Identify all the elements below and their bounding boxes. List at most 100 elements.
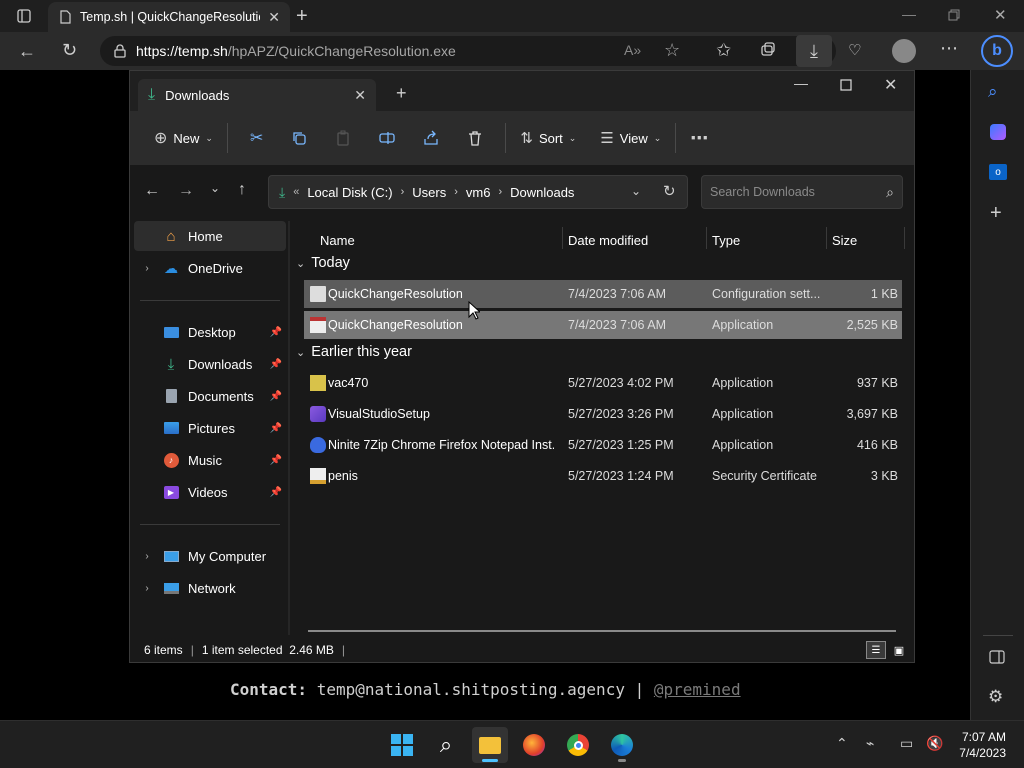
hide-sidebar-icon[interactable] (989, 650, 1005, 664)
refresh-icon[interactable]: ↻ (663, 182, 676, 200)
read-aloud-icon[interactable]: A» (624, 42, 641, 58)
volume-muted-icon[interactable]: 🔇 (926, 735, 943, 752)
cut-button[interactable]: ✂ (236, 122, 277, 154)
address-breadcrumb[interactable]: ⤓ « Local Disk (C:) › Users › vm6 › Down… (268, 175, 688, 209)
more-options-button[interactable]: ⋯ (684, 122, 714, 154)
search-icon[interactable]: ⌕ (988, 82, 998, 102)
favorites-icon[interactable]: ✩ (716, 40, 731, 61)
nav-item-my-computer[interactable]: › My Computer (134, 541, 286, 571)
show-hidden-icons-icon[interactable]: ⌃ (836, 735, 848, 752)
nav-up-icon[interactable]: ↑ (238, 181, 246, 199)
nav-item-videos[interactable]: ▶ Videos 📌 (134, 477, 286, 507)
lock-icon[interactable] (114, 44, 126, 58)
chevron-down-icon: ⌄ (653, 132, 662, 143)
horizontal-scrollbar[interactable] (308, 630, 896, 632)
table-row[interactable]: Ninite 7Zip Chrome Firefox Notepad Inst.… (304, 431, 902, 459)
column-divider[interactable] (904, 227, 905, 249)
explorer-minimize-icon[interactable]: — (794, 75, 808, 91)
tab-actions-icon[interactable] (16, 8, 32, 24)
table-row[interactable]: VisualStudioSetup 5/27/2023 3:26 PM Appl… (304, 400, 902, 428)
table-row[interactable]: vac470 5/27/2023 4:02 PM Application 937… (304, 369, 902, 397)
column-divider[interactable] (826, 227, 827, 249)
expand-chevron-icon[interactable]: › (134, 551, 160, 562)
search-downloads-input[interactable]: Search Downloads ⌕ (701, 175, 903, 209)
expand-chevron-icon[interactable]: › (134, 583, 160, 594)
delete-button[interactable] (453, 122, 497, 154)
column-divider[interactable] (706, 227, 707, 249)
nav-item-desktop[interactable]: Desktop 📌 (134, 317, 286, 347)
back-icon[interactable]: ← (18, 41, 36, 62)
sidebar-settings-icon[interactable]: ⚙ (988, 687, 1003, 707)
profile-avatar[interactable] (892, 39, 916, 63)
start-button[interactable] (384, 727, 420, 763)
group-header-today[interactable]: ⌄ Today (296, 255, 350, 271)
taskbar-file-explorer[interactable] (472, 727, 508, 763)
taskbar-edge[interactable] (604, 727, 640, 763)
add-sidebar-app-icon[interactable]: + (990, 202, 1002, 225)
breadcrumb-item[interactable]: Local Disk (C:) (307, 185, 392, 200)
nav-item-music[interactable]: ♪ Music 📌 (134, 445, 286, 475)
favorite-star-icon[interactable]: ☆ (664, 40, 680, 61)
nav-item-network[interactable]: › Network (134, 573, 286, 603)
new-tab-icon[interactable]: + (296, 5, 308, 28)
nav-item-pictures[interactable]: Pictures 📌 (134, 413, 286, 443)
minimize-icon[interactable]: — (902, 6, 916, 22)
browser-tab-active[interactable]: Temp.sh | QuickChangeResolutio ✕ (48, 2, 290, 32)
rename-button[interactable] (365, 122, 409, 154)
table-row[interactable]: QuickChangeResolution 7/4/2023 7:06 AM C… (304, 280, 902, 308)
tiles-view-button[interactable]: ▣ (890, 641, 908, 659)
explorer-close-icon[interactable]: ✕ (884, 75, 897, 95)
refresh-icon[interactable]: ↻ (62, 40, 77, 61)
copilot-icon[interactable] (990, 124, 1006, 140)
column-divider[interactable] (562, 227, 563, 249)
network-status-icon[interactable]: ⌁ (866, 735, 874, 752)
recent-locations-icon[interactable]: ⌄ (210, 181, 220, 195)
breadcrumb-item[interactable]: Users (412, 185, 446, 200)
taskbar-search-button[interactable]: ⌕ (428, 727, 464, 763)
nav-item-onedrive[interactable]: › ☁ OneDrive (134, 253, 286, 283)
view-list-icon: ☰ (600, 130, 614, 147)
restore-icon[interactable] (948, 9, 960, 21)
nav-forward-icon[interactable]: → (178, 182, 194, 200)
explorer-maximize-icon[interactable] (840, 79, 852, 91)
nav-item-downloads[interactable]: ⤓ Downloads 📌 (134, 349, 286, 379)
nav-item-home[interactable]: ⌂ Home (134, 221, 286, 251)
new-explorer-tab-icon[interactable]: + (396, 83, 407, 104)
outlook-icon[interactable]: o (989, 164, 1007, 180)
taskbar-chrome[interactable] (560, 727, 596, 763)
expand-chevron-icon[interactable]: › (134, 263, 160, 274)
breadcrumb-item[interactable]: vm6 (466, 185, 491, 200)
copy-button[interactable] (277, 122, 321, 154)
column-header-name[interactable]: Name (320, 233, 355, 248)
details-view-button[interactable]: ☰ (866, 641, 886, 659)
bing-copilot-icon[interactable]: b (981, 35, 1013, 67)
collections-icon[interactable] (760, 41, 776, 57)
downloads-button[interactable]: ⤓ (796, 35, 832, 67)
close-explorer-tab-icon[interactable]: ✕ (354, 87, 366, 104)
new-button[interactable]: ⊕ New ⌄ (148, 122, 219, 154)
system-clock[interactable]: 7:07 AM 7/4/2023 (959, 729, 1006, 761)
close-window-icon[interactable]: ✕ (994, 6, 1007, 24)
settings-more-icon[interactable]: ⋯ (940, 38, 958, 59)
column-header-size[interactable]: Size (832, 233, 857, 248)
group-header-earlier[interactable]: ⌄ Earlier this year (296, 344, 412, 360)
nav-item-documents[interactable]: Documents 📌 (134, 381, 286, 411)
column-header-type[interactable]: Type (712, 233, 740, 248)
overflow-chevron-icon[interactable]: « (293, 186, 299, 198)
table-row[interactable]: penis 5/27/2023 1:24 PM Security Certifi… (304, 462, 902, 490)
taskbar-firefox[interactable] (516, 727, 552, 763)
performance-icon[interactable]: ♡ (848, 41, 861, 59)
paste-button[interactable] (321, 122, 365, 154)
view-button[interactable]: ☰ View ⌄ (594, 122, 667, 154)
contact-handle-link[interactable]: @premined (654, 680, 741, 699)
display-icon[interactable]: ▭ (900, 735, 913, 752)
address-dropdown-icon[interactable]: ⌄ (631, 184, 641, 198)
share-button[interactable] (409, 122, 453, 154)
close-tab-icon[interactable]: ✕ (268, 9, 280, 26)
sort-button[interactable]: ⇅ Sort ⌄ (514, 122, 582, 154)
breadcrumb-item[interactable]: Downloads (510, 185, 574, 200)
column-header-date[interactable]: Date modified (568, 233, 648, 248)
table-row[interactable]: QuickChangeResolution 7/4/2023 7:06 AM A… (304, 311, 902, 339)
explorer-tab-downloads[interactable]: ⤓ Downloads ✕ (138, 79, 376, 111)
nav-back-icon[interactable]: ← (144, 182, 160, 200)
